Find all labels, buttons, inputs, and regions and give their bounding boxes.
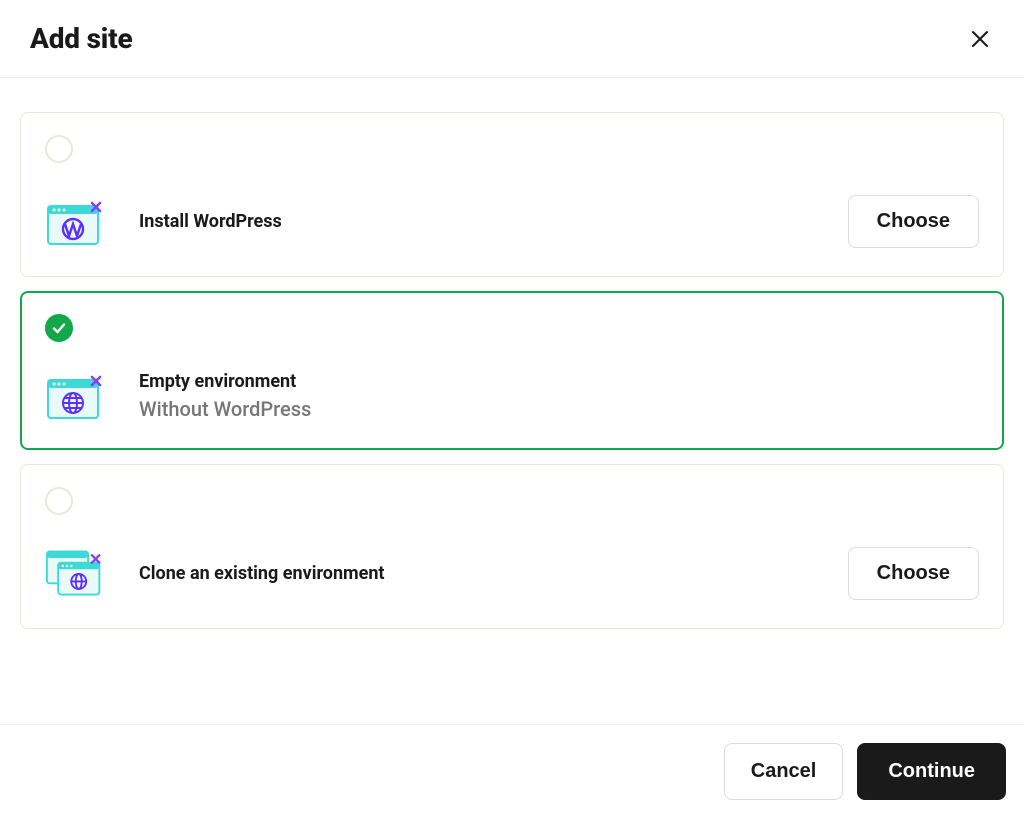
- modal-footer: Cancel Continue: [0, 724, 1024, 818]
- radio-unchecked-icon: [45, 135, 73, 163]
- wordpress-browser-icon: [45, 198, 105, 246]
- option-empty-environment[interactable]: Empty environment Without WordPress: [20, 291, 1004, 450]
- option-title: Clone an existing environment: [139, 562, 814, 585]
- option-text: Empty environment Without WordPress: [139, 370, 979, 421]
- continue-button[interactable]: Continue: [857, 743, 1006, 800]
- radio-unchecked-icon: [45, 487, 73, 515]
- option-text: Clone an existing environment: [139, 562, 814, 585]
- clone-browser-icon: [45, 550, 105, 598]
- option-title: Install WordPress: [139, 210, 814, 233]
- option-install-wordpress[interactable]: Install WordPress Choose: [20, 112, 1004, 277]
- globe-browser-icon: [45, 372, 105, 420]
- choose-button[interactable]: Choose: [848, 547, 979, 600]
- option-body: Install WordPress Choose: [45, 195, 979, 248]
- option-body: Clone an existing environment Choose: [45, 547, 979, 600]
- page-title: Add site: [30, 22, 132, 55]
- options-list: Install WordPress Choose: [0, 78, 1024, 663]
- close-icon: [970, 29, 990, 49]
- cancel-button[interactable]: Cancel: [724, 743, 844, 800]
- option-text: Install WordPress: [139, 210, 814, 233]
- option-subtitle: Without WordPress: [139, 397, 979, 421]
- choose-button[interactable]: Choose: [848, 195, 979, 248]
- option-title: Empty environment: [139, 370, 979, 393]
- option-body: Empty environment Without WordPress: [45, 370, 979, 421]
- option-clone-environment[interactable]: Clone an existing environment Choose: [20, 464, 1004, 629]
- radio-checked-icon: [45, 314, 73, 342]
- close-button[interactable]: [966, 25, 994, 53]
- modal-header: Add site: [0, 0, 1024, 78]
